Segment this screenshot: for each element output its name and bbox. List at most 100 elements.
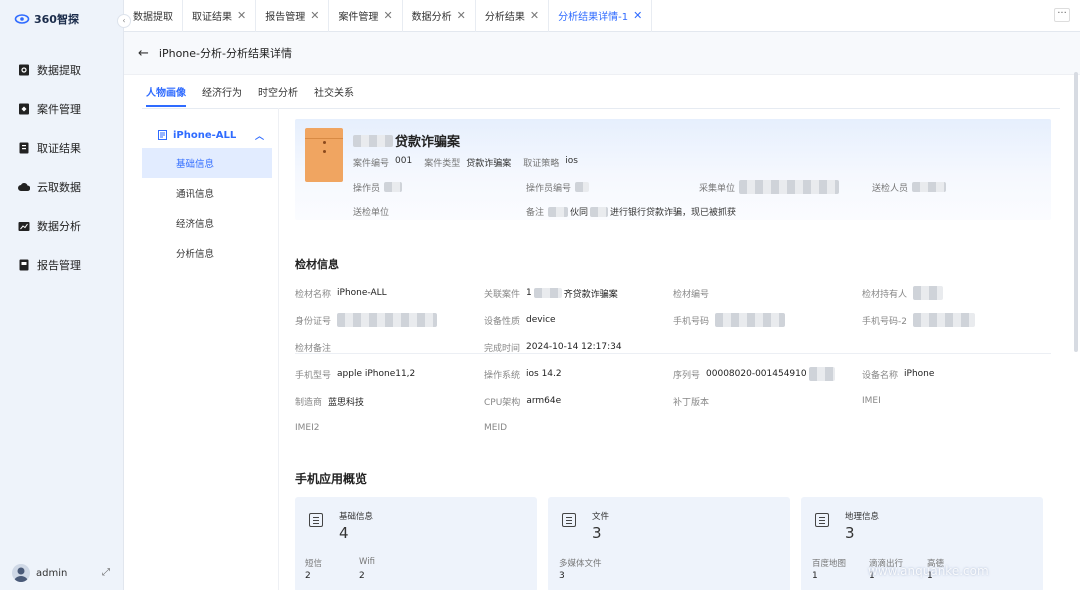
case-icon xyxy=(19,103,29,114)
field-key: 制造商 xyxy=(295,397,323,408)
close-icon[interactable]: ✕ xyxy=(457,9,466,22)
subtab-spatiotemporal[interactable]: 时空分析 xyxy=(258,84,298,107)
list-icon xyxy=(562,513,576,527)
field-value: ios 14.2 xyxy=(526,369,562,379)
sidebar-item-label: 数据分析 xyxy=(37,219,81,233)
collapse-sidebar-button[interactable]: ‹ xyxy=(117,14,131,28)
fullscreen-icon[interactable]: ⤢ xyxy=(102,567,110,578)
back-arrow-icon[interactable]: ← xyxy=(138,46,149,61)
tab-case[interactable]: 案件管理 ✕ xyxy=(329,0,403,32)
tree-root[interactable]: iPhone-ALL ︿ xyxy=(142,122,272,148)
meta-key: 案件编号 xyxy=(353,159,390,169)
more-tabs-button[interactable]: ··· xyxy=(1054,8,1070,22)
field-key: 采集单位 xyxy=(699,183,736,194)
app-logo[interactable]: 360智探 xyxy=(14,11,79,27)
tab-result-detail[interactable]: 分析结果详情-1 ✕ xyxy=(549,0,653,32)
field-key: 检材编号 xyxy=(673,289,710,300)
tree-item-analysis[interactable]: 分析信息 xyxy=(142,238,272,268)
field-value: iPhone-ALL xyxy=(337,288,387,298)
device-row-2: 制造商 蓝思科技 CPU架构 arm64e 补丁版本 IMEI xyxy=(295,393,1051,409)
sidebar-item-evidence[interactable]: 取证结果 xyxy=(0,128,124,167)
field-key: 补丁版本 xyxy=(673,397,710,408)
close-icon[interactable]: ✕ xyxy=(383,9,392,22)
watermark: www.anquanke.com xyxy=(868,564,989,578)
tab-label: 取证结果 xyxy=(192,12,232,23)
redacted-block xyxy=(384,182,403,192)
close-icon[interactable]: ✕ xyxy=(633,9,642,22)
field-key: 设备名称 xyxy=(862,370,899,381)
meta-key: 取证策略 xyxy=(523,159,560,169)
sidebar-item-label: 云取数据 xyxy=(37,180,81,194)
card-sub-label: 多媒体文件 xyxy=(559,559,602,569)
card-sub-value: 2 xyxy=(359,571,365,581)
sidebar-item-report[interactable]: 报告管理 xyxy=(0,245,124,284)
subtab-social[interactable]: 社交关系 xyxy=(314,84,354,107)
field-value: iPhone xyxy=(904,369,935,379)
case-folder-icon xyxy=(305,128,343,182)
sidebar-item-data-extract[interactable]: 数据提取 xyxy=(0,50,124,89)
report-icon xyxy=(19,259,29,270)
apps-title: 手机应用概览 xyxy=(295,472,368,486)
card-sub-value: 1 xyxy=(812,571,818,581)
field-key: 检材备注 xyxy=(295,343,332,354)
app-card-basic[interactable]: 基础信息 4 短信 2 Wifi 2 xyxy=(295,497,537,590)
field-key: IMEI xyxy=(862,396,881,406)
sidebar-item-case[interactable]: 案件管理 xyxy=(0,89,124,128)
meta-value: 001 xyxy=(395,156,413,166)
sidebar-item-cloud[interactable]: 云取数据 xyxy=(0,167,124,206)
field-key: 身份证号 xyxy=(295,316,332,327)
tree-item-basic[interactable]: 基础信息 xyxy=(142,148,272,178)
field-key: IMEI2 xyxy=(295,423,320,433)
close-icon[interactable]: ✕ xyxy=(237,9,246,22)
tab-evidence[interactable]: 取证结果 ✕ xyxy=(183,0,257,32)
sidebar-nav: 数据提取 案件管理 取证结果 云取数据 数据分析 报告管理 xyxy=(0,50,124,284)
redacted-block xyxy=(912,313,975,327)
tab-report[interactable]: 报告管理 ✕ xyxy=(256,0,330,32)
tab-data-extract[interactable]: 数据提取 xyxy=(124,0,183,32)
redacted-block xyxy=(575,182,590,192)
card-sub-label: Wifi xyxy=(359,557,375,567)
tab-result[interactable]: 分析结果 ✕ xyxy=(476,0,550,32)
chevron-up-icon[interactable]: ︿ xyxy=(255,129,264,142)
tab-label: 案件管理 xyxy=(338,12,379,23)
case-card: 贷款诈骗案 案件编号 001 案件类型 贷款诈骗案 取证策略 ios 操作员 操作员编… xyxy=(295,119,1051,220)
user-profile[interactable]: admin xyxy=(12,564,67,582)
case-title: 贷款诈骗案 xyxy=(353,131,460,150)
remark-text: 进行银行贷款诈骗，现已被抓获 xyxy=(610,208,737,218)
redacted-block xyxy=(533,288,562,298)
field-key: 序列号 xyxy=(673,370,701,381)
case-title-text: 贷款诈骗案 xyxy=(395,135,461,150)
close-icon[interactable]: ✕ xyxy=(530,9,539,22)
card-sub-label: 百度地图 xyxy=(812,559,847,569)
card-sub-label: 短信 xyxy=(305,559,323,569)
redacted-block xyxy=(808,367,835,381)
field-key: 送检人员 xyxy=(872,183,909,194)
tree-item-economic[interactable]: 经济信息 xyxy=(142,208,272,238)
subtabs: 人物画像 经济行为 时空分析 社交关系 xyxy=(146,84,370,107)
sidebar-item-analysis[interactable]: 数据分析 xyxy=(0,206,124,245)
subtab-economic[interactable]: 经济行为 xyxy=(202,84,242,107)
card-name: 地理信息 xyxy=(845,512,880,522)
field-value: arm64e xyxy=(526,396,562,406)
redacted-block xyxy=(739,180,840,194)
scrollbar[interactable] xyxy=(1074,72,1078,352)
page-title: iPhone-分析-分析结果详情 xyxy=(158,47,292,60)
field-key: 设备性质 xyxy=(484,316,521,327)
field-value: 齐贷款诈骗案 xyxy=(563,289,618,300)
case-row-1: 操作员 操作员编号 采集单位 送检人员 xyxy=(353,180,1045,194)
document-icon xyxy=(158,130,167,140)
app-card-files[interactable]: 文件 3 多媒体文件 3 xyxy=(548,497,790,590)
tree-item-comm[interactable]: 通讯信息 xyxy=(142,178,272,208)
device-row-1: 手机型号 apple iPhone11,2 操作系统 ios 14.2 序列号 000… xyxy=(295,366,1051,382)
tab-analysis[interactable]: 数据分析 ✕ xyxy=(403,0,476,32)
field-key: 关联案件 xyxy=(484,289,521,300)
field-value: 2024-10-14 12:17:34 xyxy=(526,342,622,352)
field-key: 备注 xyxy=(526,208,545,218)
sidebar-item-label: 案件管理 xyxy=(37,102,81,116)
field-value: device xyxy=(526,315,556,325)
field-key: 操作系统 xyxy=(484,370,521,381)
subtab-profile[interactable]: 人物画像 xyxy=(146,84,186,107)
close-icon[interactable]: ✕ xyxy=(310,9,319,22)
sidebar-item-label: 报告管理 xyxy=(37,258,81,272)
redacted-block xyxy=(548,206,569,217)
